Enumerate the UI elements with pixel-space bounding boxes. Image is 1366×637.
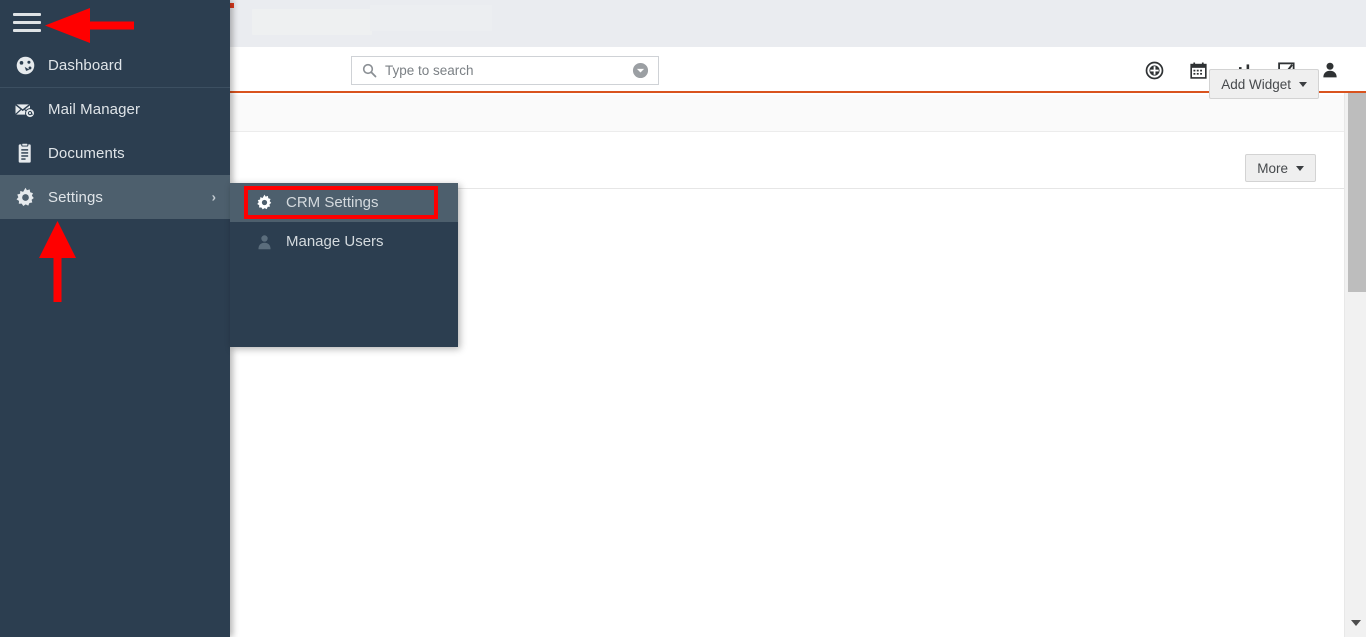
sidebar-item-label: Dashboard	[48, 56, 123, 74]
scrollbar-thumb[interactable]	[1348, 93, 1366, 292]
page-toolbar: More	[230, 132, 1366, 189]
app-title-placeholder	[370, 5, 492, 31]
top-header-bar	[230, 47, 1366, 93]
gear-icon	[254, 193, 274, 213]
more-button[interactable]: More	[1245, 154, 1316, 182]
sidebar-item-settings[interactable]: Settings ›	[0, 175, 230, 219]
document-icon	[14, 142, 36, 164]
chevron-down-icon	[1299, 81, 1307, 87]
more-button-label: More	[1257, 160, 1288, 176]
sidebar-nav: Dashboard Mail Manager Documents Setting…	[0, 43, 230, 219]
user-icon	[254, 232, 274, 252]
app-logo-placeholder	[252, 9, 372, 35]
add-circle-icon[interactable]	[1132, 47, 1176, 93]
submenu-item-manage-users[interactable]: Manage Users	[230, 222, 458, 261]
sidebar-item-label: Documents	[48, 144, 125, 162]
hamburger-line	[13, 13, 41, 16]
sidebar-item-label: Settings	[48, 188, 103, 206]
application-window: More Add Widget	[0, 0, 1366, 637]
add-widget-button-label: Add Widget	[1221, 76, 1291, 92]
search-icon	[362, 63, 377, 78]
secondary-nav-band	[230, 95, 1366, 132]
mail-envelope-at-icon	[14, 99, 36, 121]
sidebar-item-label: Mail Manager	[48, 101, 141, 118]
search-input[interactable]	[385, 63, 632, 78]
scrollbar-top-accent	[1344, 91, 1366, 93]
hamburger-line	[13, 29, 41, 32]
submenu-item-label: CRM Settings	[286, 194, 379, 211]
chevron-down-circle-icon[interactable]	[632, 62, 649, 79]
sidebar-item-documents[interactable]: Documents	[0, 131, 230, 175]
submenu-item-crm-settings[interactable]: CRM Settings	[230, 183, 458, 222]
dashboard-gauge-icon	[14, 54, 36, 76]
chevron-down-icon	[1296, 165, 1304, 171]
decorative-marker	[230, 3, 234, 8]
chevron-down-icon	[1351, 620, 1361, 626]
scroll-down-button[interactable]	[1345, 616, 1366, 630]
branding-strip	[230, 0, 1366, 47]
sidebar-item-mail-manager[interactable]: Mail Manager	[0, 87, 230, 131]
menu-toggle-button[interactable]	[10, 9, 44, 39]
global-search-box[interactable]	[351, 56, 659, 85]
add-widget-button[interactable]: Add Widget	[1209, 69, 1319, 99]
settings-submenu: CRM Settings Manage Users	[230, 183, 458, 347]
gear-icon	[14, 186, 36, 208]
hamburger-line	[13, 21, 41, 24]
left-sidebar: Dashboard Mail Manager Documents Setting…	[0, 0, 230, 637]
chevron-right-icon: ›	[211, 189, 216, 205]
sidebar-item-dashboard[interactable]: Dashboard	[0, 43, 230, 87]
submenu-item-label: Manage Users	[286, 233, 384, 250]
vertical-scrollbar[interactable]	[1344, 93, 1366, 637]
